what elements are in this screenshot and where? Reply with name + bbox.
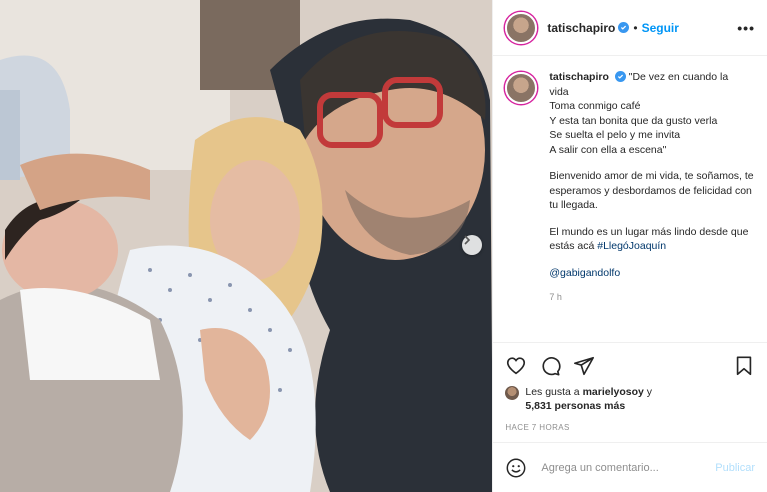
caption: tatischapiro "De vez en cuando la vida T… [505, 70, 755, 305]
posted-ago[interactable]: HACE 7 HORAS [505, 423, 755, 442]
caption-line: A salir con ella a escena" [549, 143, 667, 156]
liker-avatar[interactable] [505, 386, 520, 400]
post-photo[interactable] [0, 0, 493, 492]
post-header: tatischapiro • Seguir ••• [493, 0, 767, 56]
caption-line: vida [549, 85, 569, 98]
action-bar: Les gusta a marielyosoy y 5,831 personas… [493, 342, 767, 442]
verified-badge-icon [614, 71, 626, 82]
paper-plane-icon[interactable] [573, 355, 595, 377]
separator-dot: • [633, 20, 638, 35]
caption-paragraph: El mundo es un lugar más lindo desde que… [549, 225, 755, 254]
caption-line: Toma conmigo café [549, 100, 641, 112]
liker-username[interactable]: marielyosoy [583, 386, 644, 398]
hashtag-link[interactable]: #LlegóJoaquín [597, 240, 666, 252]
caption-paragraph: Bienvenido amor de mi vida, te soñamos, … [549, 170, 754, 211]
mention-link[interactable]: @gabigandolfo [549, 267, 620, 279]
chevron-right-icon [464, 235, 471, 245]
more-options-icon[interactable]: ••• [737, 20, 755, 36]
heart-icon[interactable] [505, 355, 527, 377]
comment-icon[interactable] [539, 355, 561, 377]
bookmark-icon[interactable] [733, 355, 755, 377]
avatar[interactable] [505, 11, 538, 44]
emoji-icon[interactable] [505, 457, 527, 479]
likes-text: Les gusta a marielyosoy y 5,831 personas… [525, 385, 652, 413]
likes-summary: Les gusta a marielyosoy y 5,831 personas… [505, 385, 755, 413]
header-username[interactable]: tatischapiro [547, 21, 615, 35]
caption-line: Y esta tan bonita que da gusto verla [549, 114, 718, 127]
post-side-panel: tatischapiro • Seguir ••• tatischapiro "… [492, 0, 767, 492]
caption-timestamp[interactable]: 7 h [549, 290, 755, 305]
publish-button[interactable]: Publicar [715, 462, 755, 474]
follow-button[interactable]: Seguir [642, 21, 679, 35]
caption-username[interactable]: tatischapiro [549, 71, 609, 83]
add-comment-bar: Publicar [493, 442, 767, 492]
likes-prefix: Les gusta a [525, 386, 580, 398]
caption-text: tatischapiro "De vez en cuando la vida T… [549, 70, 755, 305]
likes-count[interactable]: 5,831 personas más [525, 400, 625, 412]
caption-avatar[interactable] [505, 72, 538, 104]
verified-badge-icon [618, 22, 630, 33]
caption-line: "De vez en cuando la [628, 71, 729, 83]
likes-suffix: y [646, 386, 653, 398]
caption-section: tatischapiro "De vez en cuando la vida T… [493, 56, 767, 342]
action-icons [505, 351, 755, 381]
caption-line: Se suelta el pelo y me invita [549, 129, 681, 141]
mention-line: @gabigandolfo [549, 266, 755, 281]
instagram-post: tatischapiro • Seguir ••• tatischapiro "… [0, 0, 767, 492]
comment-input[interactable] [539, 460, 716, 475]
photo-illustration [0, 0, 493, 492]
